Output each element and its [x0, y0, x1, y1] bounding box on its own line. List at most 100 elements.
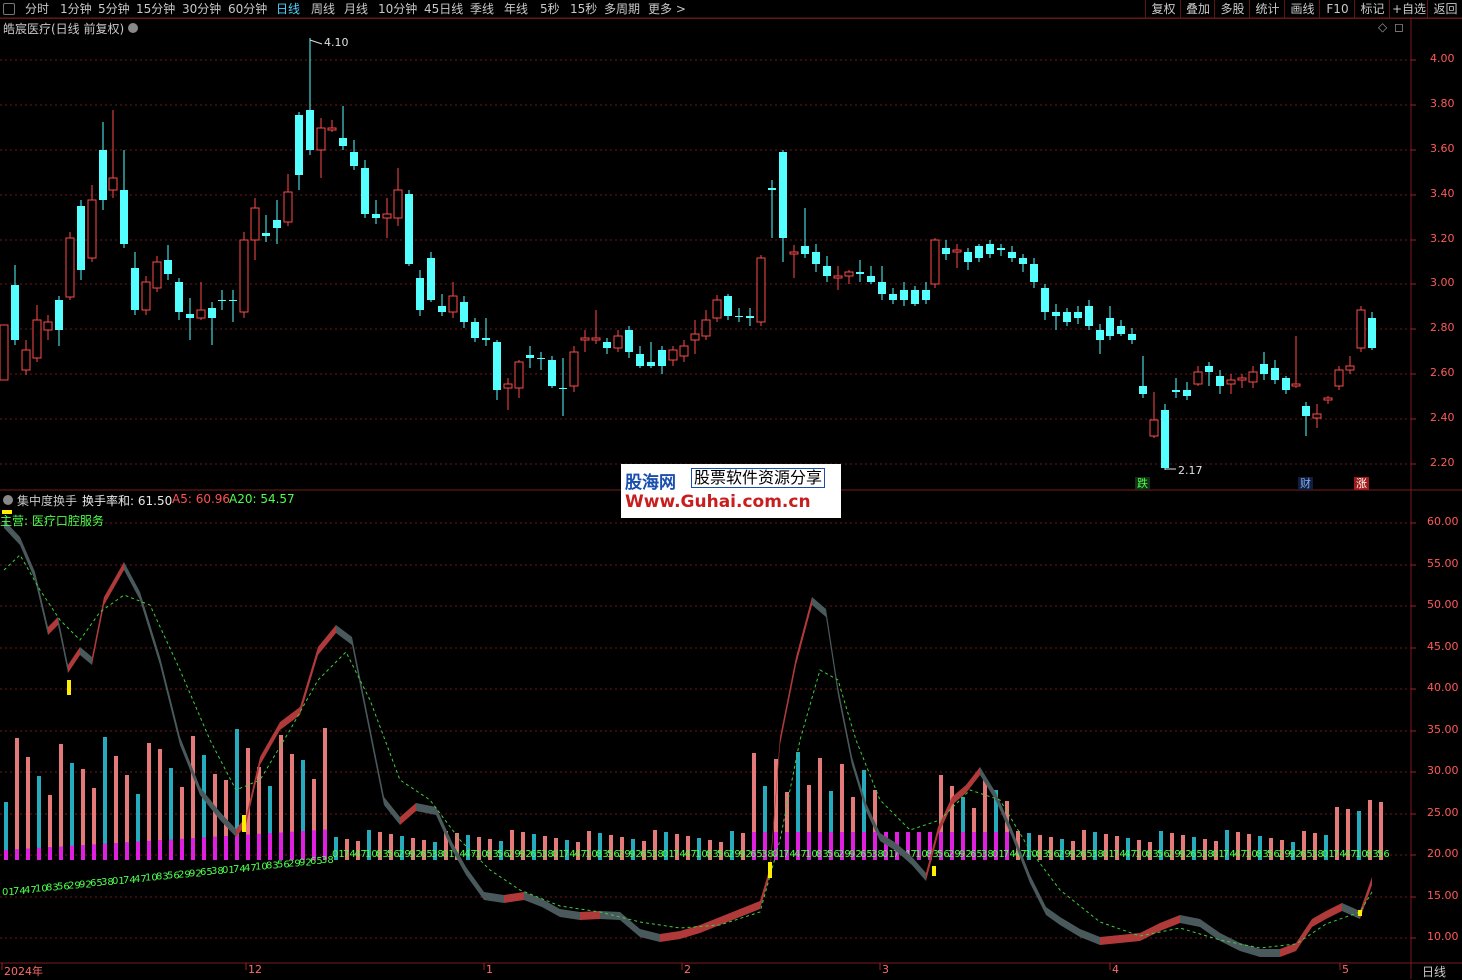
candle-body [393, 189, 403, 219]
ribbon-segment [1260, 949, 1280, 957]
candle-body [668, 349, 678, 361]
ribbon-segment [466, 867, 484, 900]
candle-body [295, 115, 303, 175]
ribbon-segment [48, 617, 58, 635]
ribbon-segment [352, 637, 368, 725]
window-toggle-icon[interactable]: ◻ [1394, 20, 1404, 34]
candle-body [1368, 318, 1376, 348]
ribbon-segment [1312, 911, 1326, 927]
ribbon-segment [1060, 917, 1080, 937]
candle-body [801, 246, 809, 254]
ribbon-segment [1030, 875, 1046, 915]
candle-body [1117, 326, 1125, 334]
ribbon-segment [1240, 943, 1260, 957]
marker-finance[interactable]: 财 [1298, 477, 1313, 490]
candle-body [438, 306, 446, 312]
candle-body [471, 322, 479, 338]
period-label: 日线 [1422, 965, 1447, 979]
concentration-bar [191, 838, 195, 860]
indicator-tick-label: 25.00 [1427, 806, 1459, 819]
candle-body [942, 248, 950, 254]
date-label: 1 [486, 963, 493, 976]
ribbon-segment [720, 909, 740, 925]
price-tick-label: 4.00 [1430, 52, 1455, 65]
candle-body [1271, 368, 1279, 380]
candle-body [262, 233, 270, 236]
candle-body [208, 308, 216, 318]
ribbon-segment [966, 767, 980, 793]
candle-body [964, 252, 972, 262]
high-pointer [309, 39, 323, 45]
candle-body [603, 342, 611, 348]
candle-body [952, 249, 962, 253]
candle-body [690, 333, 700, 341]
candle-body [647, 362, 655, 366]
ribbon-segment [1080, 929, 1100, 945]
ribbon-segment [400, 803, 416, 825]
ribbon-segment [260, 722, 280, 765]
candle-body [382, 213, 392, 219]
candle-body [613, 335, 623, 349]
candle-body [997, 248, 1005, 250]
ribbon-segment [504, 892, 524, 903]
candle-body [1205, 366, 1213, 372]
ribbon-segment [92, 597, 104, 665]
candle-body [856, 272, 864, 274]
indicator-tick-label: 35.00 [1427, 723, 1459, 736]
candle-body [823, 266, 831, 276]
date-label: 5 [1342, 963, 1349, 976]
candle-body [658, 350, 666, 366]
chevron-down-icon[interactable] [128, 23, 138, 33]
ribbon-segment [1100, 935, 1120, 945]
ribbon-segment [140, 592, 160, 665]
candle-body [1260, 364, 1268, 374]
candle-body [186, 314, 194, 318]
candle-body [21, 349, 31, 371]
indicator-tick-label: 15.00 [1427, 889, 1459, 902]
concentration-bar [180, 838, 184, 860]
indicator-menu-icon[interactable] [3, 495, 13, 505]
concentration-bar [301, 831, 305, 860]
candle-body [756, 257, 766, 323]
concentration-bar [268, 833, 272, 860]
concentration-bar [213, 836, 217, 860]
ribbon-segment [80, 647, 92, 665]
indicator-tick-label: 40.00 [1427, 681, 1459, 694]
marker-down[interactable]: 跌 [1135, 477, 1150, 490]
candle-body [87, 199, 97, 259]
ribbon-segment [300, 647, 318, 715]
ribbon-segment [280, 707, 300, 730]
candle-body [900, 290, 908, 300]
candle-body [701, 319, 711, 337]
candle-body [99, 150, 107, 200]
signal-marker [932, 866, 936, 876]
candle-body [1226, 379, 1236, 385]
price-tick-label: 2.40 [1430, 411, 1455, 424]
candle-body [229, 300, 237, 301]
candle-body [0, 324, 9, 381]
concentration-bar [26, 848, 30, 860]
ribbon-segment [780, 657, 796, 745]
date-label: 3 [882, 963, 889, 976]
signal-marker [1358, 910, 1362, 916]
price-tick-label: 3.20 [1430, 232, 1455, 245]
ribbon-segment [416, 803, 436, 815]
candle-body [1323, 397, 1333, 401]
candle-body [405, 194, 413, 264]
window-restore-icon[interactable]: ◇ [1378, 20, 1387, 34]
ribbon-segment [160, 657, 180, 745]
stock-title: 皓宸医疗(日线 前复权) [3, 22, 125, 36]
price-tick-label: 2.60 [1430, 366, 1455, 379]
concentration-bar [70, 845, 74, 860]
candle-body [372, 214, 380, 218]
candle-body [625, 330, 633, 352]
ribbon-segment [368, 717, 384, 805]
watermark-brand: 股海网 [625, 473, 676, 493]
indicator-tick-label: 50.00 [1427, 598, 1459, 611]
ribbon-segment [68, 647, 80, 673]
ribbon-segment [336, 625, 352, 645]
indicator-tick-label: 45.00 [1427, 640, 1459, 653]
candle-body [1302, 406, 1310, 416]
marker-up[interactable]: 涨 [1354, 477, 1369, 490]
candle-body [930, 239, 940, 285]
